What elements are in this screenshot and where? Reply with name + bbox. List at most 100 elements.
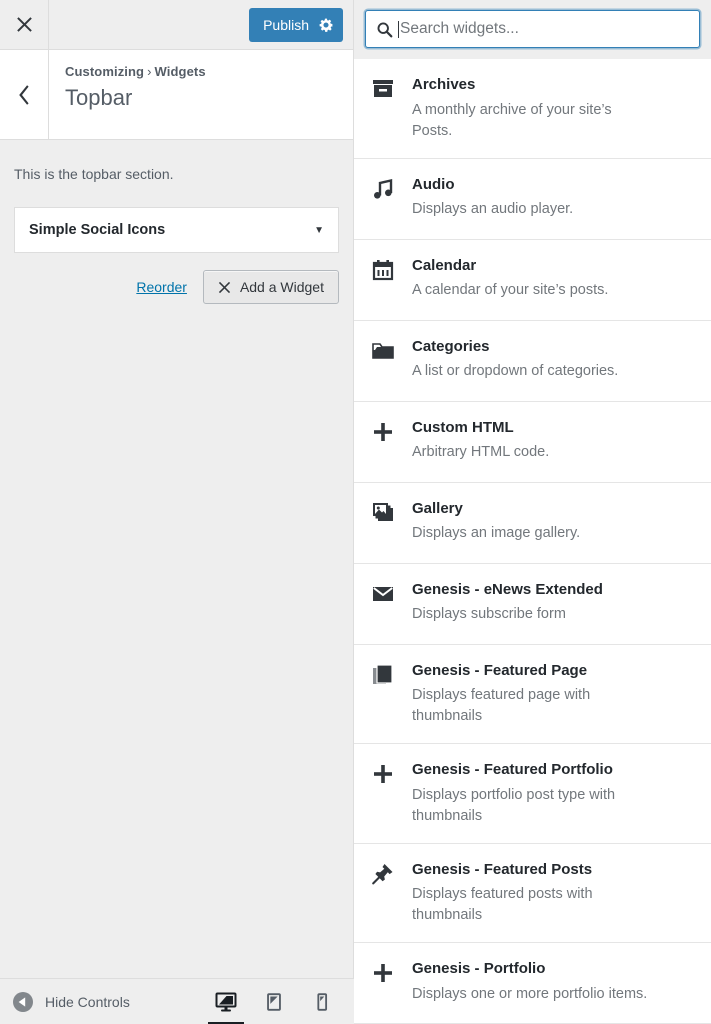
widget-icon: [354, 256, 412, 304]
widget-list-item[interactable]: Genesis - eNews Extended Displays subscri…: [354, 564, 711, 645]
title-block: Customizing › Widgets Topbar: [49, 50, 206, 139]
pages-icon: [373, 663, 393, 684]
widget-icon: [354, 580, 412, 628]
widget-name: Archives: [412, 76, 476, 93]
page-title: Topbar: [65, 85, 133, 110]
add-widget-label: Add a Widget: [239, 279, 324, 295]
publish-label: Publish: [263, 16, 309, 33]
email-icon: [373, 586, 393, 601]
widget-name: Custom HTML: [412, 418, 514, 436]
widget-description: A calendar of your site’s posts.: [412, 282, 609, 299]
widget-description: Displays featured page with thumbnails: [412, 687, 591, 725]
widget-icon: [354, 760, 412, 827]
close-icon: [218, 281, 231, 293]
widget-text: Genesis - Featured Page Displays featured…: [412, 661, 695, 728]
audio-icon: [374, 178, 393, 199]
widget-list-item[interactable]: Archives A monthly archive of your site’s…: [354, 59, 711, 159]
widget-name: Gallery: [412, 499, 463, 517]
chevron-down-icon: ▼: [314, 224, 324, 236]
widget-list-item[interactable]: Genesis - Featured Portfolio Displays por…: [354, 744, 711, 844]
plus-icon: [374, 765, 392, 784]
breadcrumb: Customizing › Widgets: [65, 64, 206, 79]
widget-list-item[interactable]: Calendar A calendar of your site’s posts.: [354, 240, 711, 321]
categories-icon: [372, 342, 394, 359]
calendar-icon: [372, 259, 394, 280]
widget-list-item[interactable]: Genesis - Featured Page Displays featured…: [354, 645, 711, 745]
widget-chip-label: Simple Social Icons: [29, 222, 166, 238]
plus-icon: [374, 422, 392, 441]
widget-name: Categories: [412, 337, 490, 355]
widget-text: Gallery Displays an image gallery.: [412, 499, 695, 547]
available-widgets-panel: Archives A monthly archive of your site’s…: [354, 0, 711, 1024]
device-preview-desktop[interactable]: [202, 979, 250, 1024]
widget-description: Displays an audio player.: [412, 201, 574, 218]
widget-text: Genesis - Portfolio Displays one or more …: [412, 959, 695, 1007]
close-icon: [16, 17, 32, 32]
archives-icon: [373, 80, 393, 97]
customizer-footer: Hide Controls: [0, 978, 354, 1024]
widget-actions-row: Reorder Add a Widget: [14, 270, 339, 304]
widget-text: Archives A monthly archive of your site’s…: [412, 75, 695, 142]
hide-controls-label: Hide Controls: [45, 993, 130, 1010]
widget-text: Custom HTML Arbitrary HTML code.: [412, 418, 695, 466]
customizer-screen: Publish Customizing › Widgets Topbar Thi…: [0, 0, 711, 1024]
widget-description: Displays portfolio post type with thumbn…: [412, 786, 616, 824]
widget-item-simple-social-icons[interactable]: Simple Social Icons ▼: [14, 207, 339, 253]
device-preview-tablet[interactable]: [250, 979, 298, 1024]
widget-list-item[interactable]: Genesis - Portfolio Displays one or more …: [354, 943, 711, 1024]
widget-list-item[interactable]: Gallery Displays an image gallery.: [354, 483, 711, 564]
add-widget-button[interactable]: Add a Widget: [202, 270, 339, 304]
widget-list-item[interactable]: Categories A list or dropdown of categori…: [354, 321, 711, 402]
widget-description: Displays featured posts with thumbnails: [412, 886, 593, 924]
widget-list-item[interactable]: Audio Displays an audio player.: [354, 159, 711, 240]
back-button[interactable]: [0, 50, 49, 139]
widget-text: Genesis - Featured Portfolio Displays por…: [412, 760, 695, 827]
publish-button[interactable]: Publish: [249, 7, 343, 42]
widget-icon: [354, 175, 412, 223]
widget-text: Genesis - eNews Extended Displays subscri…: [412, 580, 695, 628]
widget-text: Genesis - Featured Posts Displays feature…: [412, 860, 695, 927]
widget-description: Displays one or more portfolio items.: [412, 985, 648, 1002]
search-icon: [376, 21, 398, 38]
widget-name: Genesis - Featured Posts: [412, 860, 593, 878]
widget-list[interactable]: Archives A monthly archive of your site’s…: [354, 59, 711, 1024]
publish-settings-button[interactable]: [309, 8, 343, 42]
widget-description: Arbitrary HTML code.: [412, 444, 550, 461]
device-preview-group: [202, 979, 354, 1024]
chevron-left-icon: [18, 84, 29, 105]
customizer-panel: Publish Customizing › Widgets Topbar Thi…: [0, 0, 354, 1024]
mobile-icon: [317, 992, 328, 1011]
close-customizer-button[interactable]: [0, 0, 49, 50]
widget-icon: [354, 860, 412, 927]
breadcrumb-current: Widgets: [154, 64, 206, 79]
reorder-button[interactable]: Reorder: [136, 279, 187, 295]
breadcrumb-root: Customizing: [65, 64, 145, 79]
widget-text: Categories A list or dropdown of categori…: [412, 337, 695, 385]
device-preview-mobile[interactable]: [298, 979, 346, 1024]
search-widgets-field[interactable]: [365, 10, 700, 48]
hide-controls-button[interactable]: Hide Controls: [0, 991, 130, 1012]
widget-description: A list or dropdown of categories.: [412, 363, 619, 380]
widget-name: Genesis - Featured Page: [412, 661, 588, 679]
search-area: [354, 0, 711, 59]
widget-icon: [354, 499, 412, 547]
widget-icon: [354, 418, 412, 466]
search-input[interactable]: [400, 12, 699, 46]
widget-text: Audio Displays an audio player.: [412, 175, 695, 223]
widget-icon: [354, 337, 412, 385]
plus-icon: [374, 964, 392, 983]
widget-description: Displays subscribe form: [412, 606, 566, 623]
widget-description: A monthly archive of your site’s Posts.: [412, 101, 612, 139]
widget-list-item[interactable]: Custom HTML Arbitrary HTML code.: [354, 402, 711, 483]
text-cursor: [398, 20, 399, 38]
widget-icon: [354, 661, 412, 728]
breadcrumb-separator: ›: [147, 64, 152, 79]
customizer-header: Publish: [0, 0, 353, 50]
widget-list-item[interactable]: Genesis - Featured Posts Displays feature…: [354, 844, 711, 944]
gear-icon: [319, 18, 333, 32]
widget-icon: [354, 959, 412, 1007]
customizer-body: This is the topbar section. Simple Socia…: [0, 140, 353, 1024]
widget-description: Displays an image gallery.: [412, 525, 581, 542]
collapse-left-icon: [13, 991, 33, 1012]
tablet-icon: [267, 992, 281, 1011]
